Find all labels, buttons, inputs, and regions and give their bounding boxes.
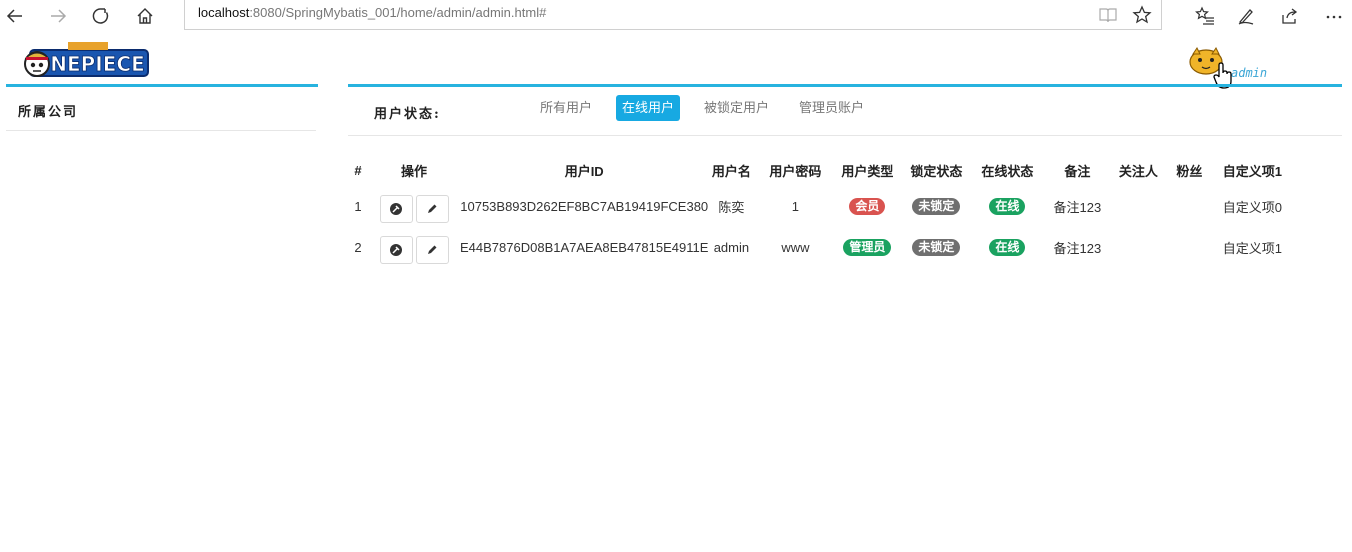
more-icon	[1326, 15, 1342, 19]
reading-view-button[interactable]	[1097, 4, 1119, 26]
gavel-icon	[390, 202, 402, 215]
address-url: localhost:8080/SpringMybatis_001/home/ad…	[198, 5, 547, 20]
share-button[interactable]	[1277, 3, 1303, 29]
column-header: 锁定状态	[910, 163, 963, 179]
lock-status-badge: 未锁定	[912, 198, 961, 215]
address-bar[interactable]: localhost:8080/SpringMybatis_001/home/ad…	[184, 0, 1162, 30]
online-status-cell: 在线	[974, 186, 1040, 227]
user-name-link[interactable]: admin	[1231, 66, 1267, 80]
home-icon	[137, 8, 153, 24]
tab-admin-accounts[interactable]: 管理员账户	[793, 95, 870, 121]
custom1-cell: 自定义项1	[1222, 241, 1283, 256]
users-table: # 操作 用户ID 用户名 用户密码 用户类型 锁定状态 在线状态 备注 关注人…	[348, 154, 1288, 268]
follow-cell	[1114, 227, 1162, 268]
book-icon	[1099, 8, 1117, 23]
arrow-left-icon	[6, 9, 22, 23]
back-button[interactable]	[2, 3, 28, 29]
column-header: 关注人	[1118, 163, 1158, 179]
pencil-icon	[428, 204, 437, 213]
column-header: 用户密码	[769, 163, 822, 179]
more-button[interactable]	[1321, 3, 1347, 29]
favorites-list-button[interactable]	[1192, 3, 1218, 29]
browser-toolbar: localhost:8080/SpringMybatis_001/home/ad…	[0, 0, 1352, 32]
remark-cell: 备注123	[1053, 241, 1102, 256]
user-status-label: 用户状态:	[374, 107, 441, 122]
online-status-badge: 在线	[989, 198, 1026, 215]
user-type-cell: 管理员	[836, 227, 898, 268]
lock-status-badge: 未锁定	[912, 239, 961, 256]
user-type-badge: 会员	[849, 198, 886, 215]
column-header: 备注	[1064, 163, 1091, 179]
row-actions	[368, 227, 460, 268]
view-user-button[interactable]	[379, 194, 413, 223]
column-header: 用户ID	[564, 163, 604, 179]
refresh-icon	[92, 8, 109, 24]
company-panel: 所属公司	[6, 84, 318, 132]
remark-cell: 备注123	[1053, 200, 1102, 215]
column-header: 操作	[400, 163, 427, 179]
row-index: 2	[354, 240, 362, 255]
row-actions	[368, 186, 460, 227]
company-panel-title: 所属公司	[18, 105, 79, 120]
notes-button[interactable]	[1233, 3, 1259, 29]
share-icon	[1282, 8, 1298, 24]
user-status-panel: 用户状态: 所有用户 在线用户 被锁定用户 管理员账户	[348, 84, 1342, 136]
company-panel-divider	[6, 130, 316, 131]
row-index: 1	[354, 199, 362, 214]
user-id-cell: 10753B893D262EF8BC7AB19419FCE380	[460, 199, 709, 214]
home-button[interactable]	[132, 3, 158, 29]
user-id-cell: E44B7876D08B1A7AEA8EB47815E4911E	[460, 240, 709, 255]
fans-cell	[1162, 227, 1216, 268]
user-type-badge: 管理员	[843, 239, 892, 256]
view-user-button[interactable]	[379, 235, 413, 264]
pencil-icon	[428, 245, 437, 254]
pen-icon	[1238, 9, 1254, 25]
arrow-right-icon	[51, 9, 67, 23]
fans-cell	[1162, 186, 1216, 227]
lock-status-cell: 未锁定	[898, 186, 974, 227]
follow-cell	[1114, 186, 1162, 227]
tab-locked-users[interactable]: 被锁定用户	[698, 95, 775, 121]
password-cell: 1	[791, 199, 800, 214]
table-row: 1 10753B893D262EF8BC7AB19419FCE380 陈奕 1 …	[348, 186, 1288, 227]
refresh-button[interactable]	[88, 3, 114, 29]
tab-online-users[interactable]: 在线用户	[616, 95, 681, 121]
edit-user-button[interactable]	[415, 194, 449, 223]
table-row: 2 E44B7876D08B1A7AEA8EB47815E4911E admin…	[348, 227, 1288, 268]
password-cell: www	[781, 240, 810, 255]
column-header: 自定义项1	[1222, 163, 1283, 179]
gavel-icon	[390, 243, 402, 256]
column-header: 在线状态	[981, 163, 1034, 179]
edit-user-button[interactable]	[415, 235, 449, 264]
online-status-cell: 在线	[974, 227, 1040, 268]
column-header: 粉丝	[1176, 163, 1203, 179]
column-header: 用户类型	[841, 163, 894, 179]
favorite-button[interactable]	[1131, 4, 1153, 26]
username-cell: 陈奕	[718, 200, 745, 215]
user-type-cell: 会员	[836, 186, 898, 227]
star-icon	[1132, 5, 1152, 24]
online-status-badge: 在线	[989, 239, 1026, 256]
custom1-cell: 自定义项0	[1222, 200, 1283, 215]
column-header: 用户名	[711, 163, 751, 179]
lock-status-cell: 未锁定	[898, 227, 974, 268]
favorites-list-icon	[1195, 6, 1214, 25]
column-header: #	[354, 162, 362, 178]
one-piece-logo: ONEPIECE	[22, 38, 150, 84]
table-header-row: # 操作 用户ID 用户名 用户密码 用户类型 锁定状态 在线状态 备注 关注人…	[348, 154, 1288, 186]
username-cell: admin	[713, 240, 750, 255]
tab-all-users[interactable]: 所有用户	[534, 95, 598, 121]
forward-button[interactable]	[45, 3, 71, 29]
